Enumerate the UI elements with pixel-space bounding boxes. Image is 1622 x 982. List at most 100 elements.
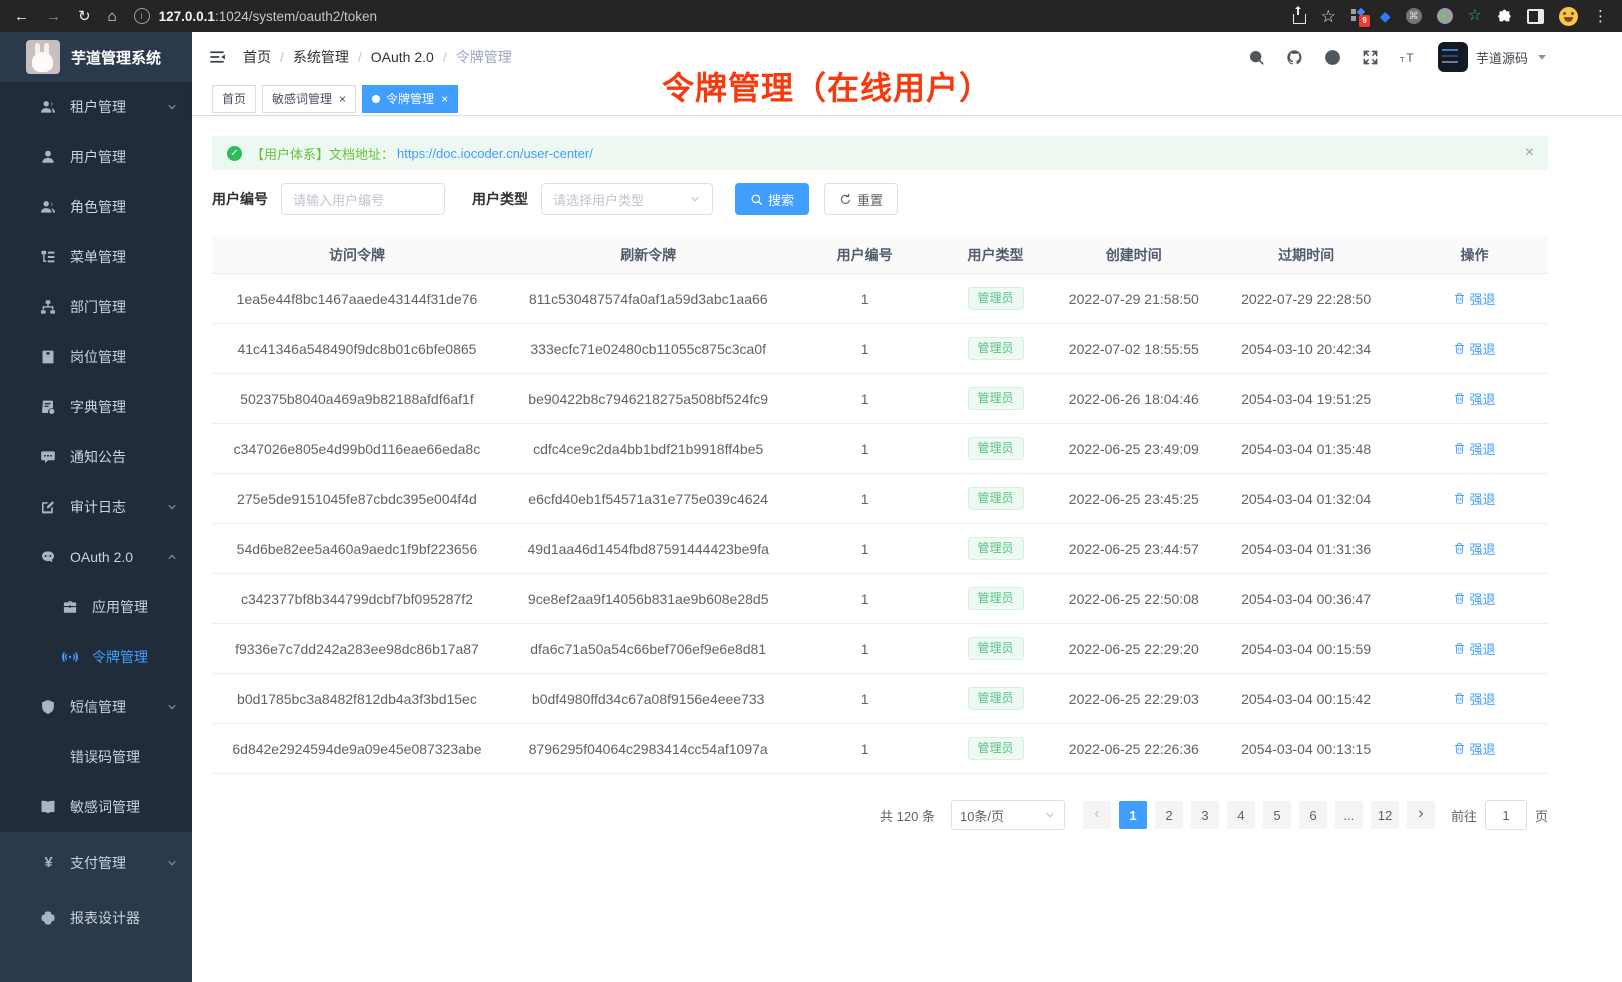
sidebar-item-post[interactable]: 岗位管理 bbox=[0, 332, 192, 382]
reset-button[interactable]: 重置 bbox=[824, 183, 898, 215]
table-row: 54d6be82ee5a460a9aedc1f9bf22365649d1aa46… bbox=[212, 524, 1548, 574]
search-button[interactable]: 搜索 bbox=[735, 183, 809, 215]
sidebar-item-tenant[interactable]: 租户管理 bbox=[0, 82, 192, 132]
force-logout-button[interactable]: 强退 bbox=[1447, 638, 1501, 659]
browser-profile-avatar[interactable] bbox=[1559, 7, 1578, 26]
sidebar-item-user[interactable]: 用户管理 bbox=[0, 132, 192, 182]
user-type-select[interactable]: 请选择用户类型 bbox=[541, 183, 713, 215]
oauth-icon bbox=[40, 549, 56, 565]
browser-home-icon[interactable]: ⌂ bbox=[108, 9, 117, 24]
next-page-button[interactable]: › bbox=[1407, 801, 1435, 829]
force-logout-button[interactable]: 强退 bbox=[1447, 288, 1501, 309]
sidebar-item-sms[interactable]: 短信管理 bbox=[0, 682, 192, 732]
sidebar-item-oauth2-token[interactable]: 令牌管理 bbox=[0, 632, 192, 682]
breadcrumb-item[interactable]: 系统管理 bbox=[293, 47, 349, 67]
tab-sensitive-word[interactable]: 敏感词管理× bbox=[262, 85, 356, 113]
force-logout-button[interactable]: 强退 bbox=[1447, 688, 1501, 709]
breadcrumb-item[interactable]: 首页 bbox=[243, 47, 271, 67]
goto-page-input[interactable]: 1 bbox=[1485, 800, 1527, 830]
fullscreen-icon[interactable] bbox=[1362, 49, 1379, 66]
force-logout-button[interactable]: 强退 bbox=[1447, 388, 1501, 409]
sidebar-item-notice[interactable]: 通知公告 bbox=[0, 432, 192, 482]
user-type-tag: 管理员 bbox=[968, 337, 1024, 360]
extension-gem-icon[interactable]: ◆ bbox=[1380, 9, 1391, 23]
sidebar-item-report-designer[interactable]: 报表设计器 bbox=[0, 890, 192, 945]
app-icon bbox=[62, 599, 78, 615]
breadcrumb-item: 令牌管理 bbox=[456, 47, 512, 67]
cell-user-type: 管理员 bbox=[935, 624, 1057, 674]
force-logout-button[interactable]: 强退 bbox=[1447, 588, 1501, 609]
page-button-1[interactable]: 1 bbox=[1119, 801, 1147, 829]
org-icon bbox=[40, 299, 56, 315]
sidebar-item-role[interactable]: 角色管理 bbox=[0, 182, 192, 232]
force-logout-button[interactable]: 强退 bbox=[1447, 538, 1501, 559]
tab-oauth2-token[interactable]: 令牌管理× bbox=[362, 85, 458, 113]
force-logout-button[interactable]: 强退 bbox=[1447, 338, 1501, 359]
cell-refresh-token: dfa6c71a50a54c66bef706ef9e6e8d81 bbox=[502, 624, 795, 674]
force-logout-label: 强退 bbox=[1469, 739, 1495, 758]
page-button-5[interactable]: 5 bbox=[1263, 801, 1291, 829]
sidebar-item-oauth2-app[interactable]: 应用管理 bbox=[0, 582, 192, 632]
avatar bbox=[1438, 42, 1468, 72]
extensions-puzzle-icon[interactable] bbox=[1497, 9, 1512, 24]
page-button-3[interactable]: 3 bbox=[1191, 801, 1219, 829]
cell-created-time: 2022-07-02 18:55:55 bbox=[1056, 324, 1211, 374]
alert-close-icon[interactable]: × bbox=[1525, 145, 1534, 161]
extension-star-icon[interactable]: ☆ bbox=[1468, 8, 1482, 24]
browser-back-icon[interactable]: ← bbox=[14, 9, 29, 24]
username: 芋道源码 bbox=[1476, 48, 1528, 67]
extension-grid-icon[interactable]: 9 bbox=[1351, 9, 1365, 23]
close-icon[interactable]: × bbox=[441, 93, 448, 105]
goto-label: 前往 bbox=[1451, 806, 1477, 825]
sidebar-item-dept[interactable]: 部门管理 bbox=[0, 282, 192, 332]
force-logout-label: 强退 bbox=[1469, 639, 1495, 658]
page-size-select[interactable]: 10条/页 bbox=[951, 800, 1065, 830]
sidebar-item-label: 岗位管理 bbox=[70, 347, 126, 367]
force-logout-button[interactable]: 强退 bbox=[1447, 488, 1501, 509]
sidebar-item-sensitive-word[interactable]: 敏感词管理 bbox=[0, 782, 192, 832]
sidebar-item-oauth2[interactable]: OAuth 2.0 bbox=[0, 532, 192, 582]
browser-menu-icon[interactable]: ⋮ bbox=[1593, 7, 1608, 25]
font-size-icon[interactable]: TT bbox=[1400, 49, 1417, 66]
cell-user-id: 1 bbox=[794, 474, 934, 524]
sidebar-item-menu[interactable]: 菜单管理 bbox=[0, 232, 192, 282]
sidebar-item-audit-log[interactable]: 审计日志 bbox=[0, 482, 192, 532]
trash-icon bbox=[1453, 742, 1466, 755]
search-icon[interactable] bbox=[1248, 49, 1265, 66]
page-button-6[interactable]: 6 bbox=[1299, 801, 1327, 829]
close-icon[interactable]: × bbox=[339, 93, 346, 105]
breadcrumb-separator: / bbox=[358, 49, 362, 65]
force-logout-button[interactable]: 强退 bbox=[1447, 438, 1501, 459]
share-icon[interactable] bbox=[1293, 14, 1306, 24]
sidebar-item-label: 错误码管理 bbox=[70, 747, 140, 767]
browser-forward-icon[interactable]: → bbox=[46, 9, 61, 24]
help-icon[interactable] bbox=[1324, 49, 1341, 66]
extension-record-icon[interactable] bbox=[1437, 8, 1453, 24]
url-bar[interactable]: i 127.0.0.1:1024/system/oauth2/token bbox=[134, 8, 377, 24]
tab-home[interactable]: 首页 bbox=[212, 85, 256, 113]
browser-reload-icon[interactable]: ↻ bbox=[78, 9, 91, 24]
force-logout-button[interactable]: 强退 bbox=[1447, 738, 1501, 759]
github-icon[interactable] bbox=[1286, 49, 1303, 66]
breadcrumb-item[interactable]: OAuth 2.0 bbox=[371, 49, 434, 65]
user-menu[interactable]: 芋道源码 bbox=[1438, 42, 1548, 72]
bookmark-star-icon[interactable]: ☆ bbox=[1321, 8, 1336, 25]
user-type-tag: 管理员 bbox=[968, 387, 1024, 410]
site-info-icon[interactable]: i bbox=[134, 8, 150, 24]
user-id-input[interactable]: 请输入用户编号 bbox=[281, 183, 445, 215]
pager-ellipsis[interactable]: ... bbox=[1335, 801, 1363, 829]
prev-page-button[interactable]: ‹ bbox=[1083, 801, 1111, 829]
page-button-2[interactable]: 2 bbox=[1155, 801, 1183, 829]
cell-expire-time: 2054-03-10 20:42:34 bbox=[1211, 324, 1401, 374]
side-panel-icon[interactable] bbox=[1527, 9, 1544, 24]
page-button-4[interactable]: 4 bbox=[1227, 801, 1255, 829]
extension-command-icon[interactable]: ⌘ bbox=[1406, 8, 1422, 24]
sidebar-item-error-code[interactable]: 错误码管理 bbox=[0, 732, 192, 782]
collapse-sidebar-icon[interactable] bbox=[208, 48, 226, 66]
sidebar-item-dict[interactable]: 字典管理 bbox=[0, 382, 192, 432]
cell-access-token: 54d6be82ee5a460a9aedc1f9bf223656 bbox=[212, 524, 502, 574]
sidebar-item-pay[interactable]: ¥支付管理 bbox=[0, 835, 192, 890]
page-button-12[interactable]: 12 bbox=[1371, 801, 1399, 829]
table-row: b0d1785bc3a8482f812db4a3f3bd15ecb0df4980… bbox=[212, 674, 1548, 724]
alert-doc-link[interactable]: https://doc.iocoder.cn/user-center/ bbox=[397, 146, 593, 161]
